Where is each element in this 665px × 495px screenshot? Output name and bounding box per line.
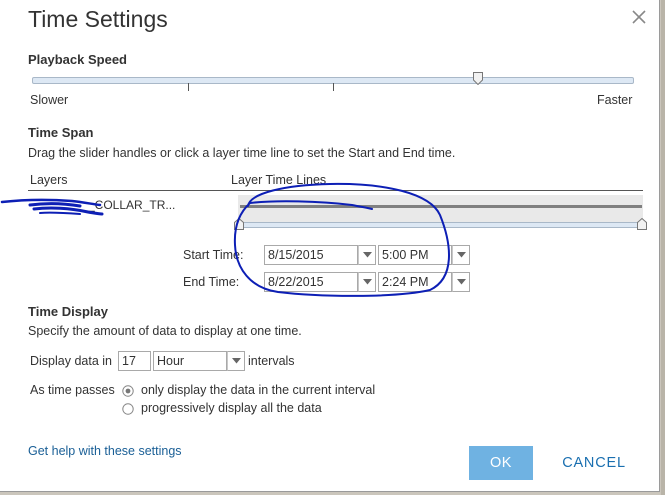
interval-unit-select[interactable]: Hour (153, 351, 227, 371)
ok-button[interactable]: OK (469, 446, 533, 480)
playback-speed-heading: Playback Speed (28, 52, 127, 67)
close-icon (632, 10, 646, 24)
end-time-label: End Time: (183, 275, 240, 289)
end-time-handle[interactable] (637, 218, 647, 230)
chevron-down-icon (363, 252, 372, 258)
start-time-dropdown[interactable] (452, 245, 470, 265)
layer-time-line[interactable] (238, 195, 643, 225)
slider-tick (333, 83, 334, 91)
chevron-down-icon (457, 279, 466, 285)
background-window (661, 0, 665, 495)
radio-progressive[interactable] (122, 403, 134, 415)
time-settings-dialog: Time Settings Playback Speed Slower Fast… (0, 0, 660, 492)
chevron-down-icon (457, 252, 466, 258)
end-time-dropdown[interactable] (452, 272, 470, 292)
close-button[interactable] (631, 6, 647, 26)
slider-tick (188, 83, 189, 91)
layer-time-line-bar (240, 205, 642, 208)
interval-unit-dropdown[interactable] (227, 351, 245, 371)
layers-column-header: Layers (30, 173, 68, 187)
start-time-label: Start Time: (183, 248, 244, 262)
faster-label: Faster (597, 93, 633, 107)
time-span-heading: Time Span (28, 125, 94, 140)
playback-speed-handle[interactable] (473, 72, 483, 85)
layer-name: _COLLAR_TR... (88, 198, 176, 212)
end-time-input[interactable]: 2:24 PM (378, 272, 452, 292)
dialog-title: Time Settings (28, 6, 168, 32)
start-time-handle[interactable] (234, 218, 244, 230)
start-time-input[interactable]: 5:00 PM (378, 245, 452, 265)
display-data-suffix: intervals (248, 354, 295, 368)
start-date-dropdown[interactable] (358, 245, 376, 265)
slower-label: Slower (30, 93, 69, 107)
layer-time-lines-column-header: Layer Time Lines (231, 173, 327, 187)
radio-current-interval-label[interactable]: only display the data in the current int… (141, 383, 375, 397)
help-link[interactable]: Get help with these settings (28, 444, 182, 458)
chevron-down-icon (363, 279, 372, 285)
as-time-passes-label: As time passes (30, 383, 115, 397)
radio-current-interval[interactable] (122, 385, 134, 397)
time-span-slider[interactable] (238, 222, 645, 228)
chevron-down-icon (232, 358, 241, 364)
cancel-button[interactable]: CANCEL (556, 446, 632, 480)
end-date-dropdown[interactable] (358, 272, 376, 292)
start-date-input[interactable]: 8/15/2015 (264, 245, 358, 265)
interval-value-input[interactable]: 17 (118, 351, 151, 371)
radio-progressive-label[interactable]: progressively display all the data (141, 401, 322, 415)
display-data-prefix: Display data in (30, 354, 112, 368)
time-span-instructions: Drag the slider handles or click a layer… (28, 146, 456, 160)
column-header-divider (28, 190, 643, 191)
time-display-heading: Time Display (28, 304, 108, 319)
time-display-instructions: Specify the amount of data to display at… (28, 324, 302, 338)
end-date-input[interactable]: 8/22/2015 (264, 272, 358, 292)
